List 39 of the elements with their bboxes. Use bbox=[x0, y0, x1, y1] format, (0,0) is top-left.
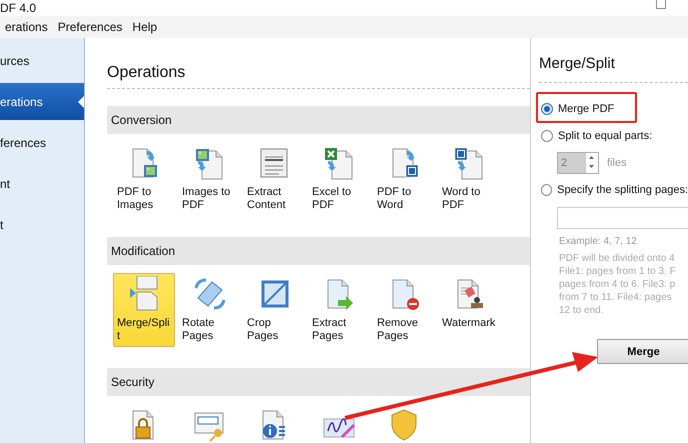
section-header: Conversion bbox=[107, 106, 530, 134]
option-label: Split to equal parts: bbox=[558, 130, 652, 142]
operation-tile[interactable]: Word to PDF bbox=[438, 142, 500, 216]
sidebar-item[interactable]: urces bbox=[0, 42, 84, 79]
menu-item[interactable]: Preferences bbox=[52, 20, 128, 34]
rotate-page-icon bbox=[192, 276, 226, 312]
maximize-icon[interactable] bbox=[656, 0, 666, 9]
operation-tile[interactable]: Extract Pages bbox=[308, 273, 370, 347]
pages-input-field[interactable] bbox=[557, 207, 688, 229]
operation-tile[interactable]: Extract Content bbox=[243, 142, 305, 216]
section-header: Modification bbox=[107, 237, 530, 265]
merge-button[interactable]: Merge bbox=[597, 339, 688, 364]
sidebar-item[interactable]: ferences bbox=[0, 124, 84, 161]
operation-tile[interactable]: Images to PDF bbox=[178, 142, 240, 216]
example-text: Example: 4, 7, 12 bbox=[559, 236, 638, 247]
description-text: PDF will be divided onto 4 File1: pages from 1 to 3. F pages from 4 to 6. File3: p from 7 to 11. File4: pages 12 to end. bbox=[559, 252, 677, 317]
panel-title: Merge/Split bbox=[539, 55, 688, 83]
sidebar-item[interactable]: erations bbox=[0, 83, 84, 120]
operation-tile[interactable]: Watermark bbox=[438, 273, 500, 347]
sidebar-item[interactable]: t bbox=[0, 206, 84, 243]
section-header: Security bbox=[107, 368, 530, 396]
operation-tile[interactable]: Rotate Pages bbox=[178, 273, 240, 347]
operation-tile[interactable]: Merge/Split bbox=[113, 273, 175, 347]
window-title: DF 4.0 bbox=[0, 1, 36, 15]
radio-button[interactable] bbox=[541, 184, 552, 196]
operation-tile[interactable]: Remove Pages bbox=[373, 273, 435, 347]
option-label: Specify the splitting pages: bbox=[557, 184, 688, 196]
operation-tile[interactable]: PDF to Images bbox=[113, 142, 175, 216]
unit-label: files bbox=[607, 156, 627, 168]
operation-tile[interactable]: Crop Pages bbox=[243, 273, 305, 347]
menu-item[interactable]: Help bbox=[127, 20, 162, 34]
sidebar-item[interactable]: nt bbox=[0, 165, 84, 202]
operation-tile[interactable]: Excel to PDF bbox=[308, 142, 370, 216]
radio-button[interactable] bbox=[541, 130, 553, 142]
operation-tile[interactable]: PDF to Word bbox=[373, 142, 435, 216]
operations-heading: Operations bbox=[107, 64, 530, 89]
menu-item[interactable]: erations bbox=[0, 20, 53, 34]
radio-button[interactable] bbox=[541, 102, 553, 114]
option-label: Merge PDF bbox=[558, 102, 614, 114]
